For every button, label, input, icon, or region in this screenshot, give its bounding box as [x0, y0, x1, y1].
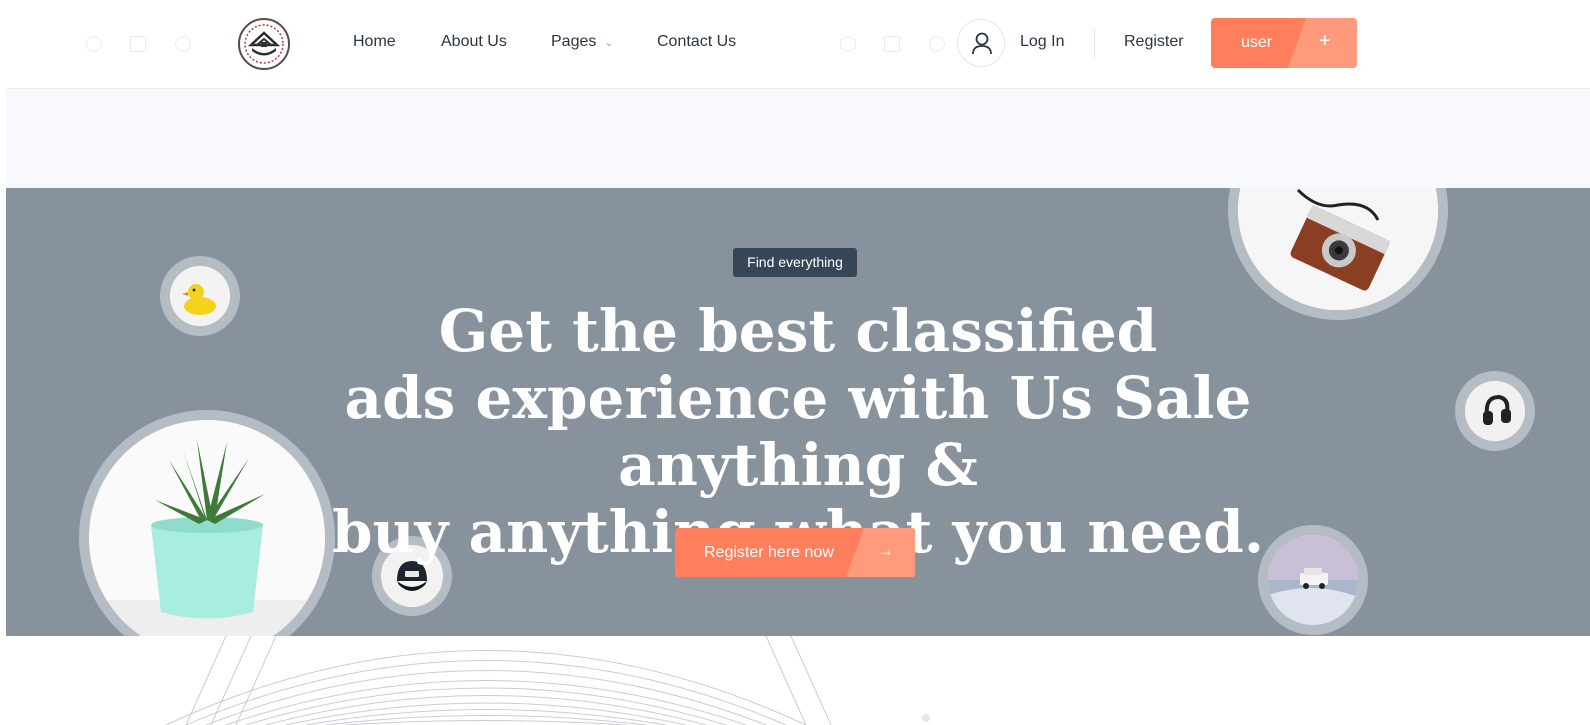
- header-divider: [1094, 28, 1095, 58]
- register-now-label: Register here now: [704, 544, 834, 561]
- arrow-right-icon: →: [877, 541, 894, 560]
- account-button[interactable]: [957, 19, 1005, 67]
- headline-line: ads experience with Us Sale anything &: [344, 364, 1252, 499]
- nav-pages[interactable]: Pages ⌄: [551, 33, 614, 51]
- ghost-eye-icon: [840, 36, 856, 52]
- spacer-band: [6, 89, 1590, 188]
- nav-home[interactable]: Home: [353, 33, 396, 51]
- user-button[interactable]: user +: [1211, 18, 1357, 68]
- hero-headline: Get the best classified ads experience w…: [206, 298, 1390, 566]
- headphones-bubble: [1455, 371, 1535, 451]
- ghost-repeat-icon: [884, 36, 900, 52]
- nav-contact-us[interactable]: Contact Us: [657, 33, 736, 51]
- register-link[interactable]: Register: [1124, 33, 1184, 51]
- find-everything-badge: Find everything: [733, 248, 857, 277]
- plus-icon: +: [1319, 30, 1331, 52]
- logo-icon: [244, 24, 284, 64]
- headphones-image: [1465, 381, 1525, 441]
- ghost-eye-icon: [86, 36, 102, 52]
- logo[interactable]: [238, 18, 290, 70]
- nav-about-us[interactable]: About Us: [441, 33, 507, 51]
- decorative-arcs: [165, 636, 930, 725]
- nav-pages-label: Pages: [551, 33, 597, 50]
- user-button-label: user: [1241, 34, 1273, 51]
- ghost-heart-icon: [175, 36, 191, 52]
- user-icon: [972, 32, 992, 55]
- chevron-down-icon: ⌄: [604, 37, 614, 49]
- ghost-repeat-icon: [130, 36, 146, 52]
- hero-section: Find everything Get the best classified …: [6, 188, 1590, 636]
- page: Home About Us Pages ⌄ Contact Us Log In R…: [6, 0, 1590, 725]
- ghost-heart-icon: [929, 36, 945, 52]
- login-link[interactable]: Log In: [1020, 33, 1064, 51]
- register-now-button[interactable]: Register here now →: [675, 528, 915, 577]
- headline-line: Get the best classified: [438, 297, 1158, 365]
- camera-image: [1238, 188, 1438, 310]
- site-header: Home About Us Pages ⌄ Contact Us Log In R…: [6, 0, 1590, 89]
